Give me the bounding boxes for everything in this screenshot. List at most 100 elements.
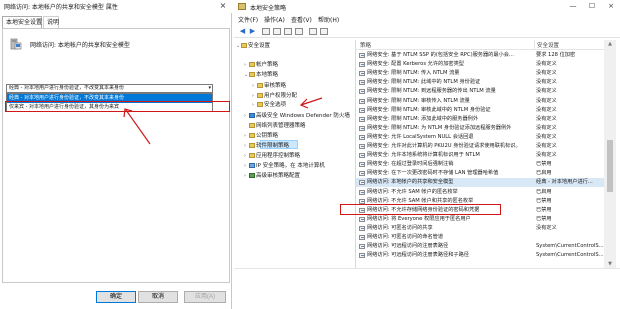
policy-list: 策略 安全设置 网络安全: 基于 NTLM SSP 的(包括安全 RPC)服务器… — [356, 40, 612, 268]
status-bar — [234, 268, 620, 309]
security-setting-cell: 没有定义 — [536, 133, 557, 140]
show-hide-tree-icon[interactable] — [273, 28, 281, 35]
tree-item-defender-firewall[interactable]: › 高级安全 Windows Defender 防火墙 — [244, 112, 350, 120]
folder-icon — [257, 93, 263, 98]
tree-item-software-restriction[interactable]: › 软件限制策略 — [244, 142, 289, 150]
properties-icon[interactable] — [320, 28, 328, 35]
security-setting-cell: 没有定义 — [536, 106, 557, 113]
close-icon[interactable]: × — [602, 0, 620, 13]
table-row[interactable]: 网络访问: 可匿名访问的命名管道 — [356, 233, 612, 242]
policy-name-cell: 网络安全: 限制 NTLM: 到远程服务器的传出 NTLM 流量 — [367, 88, 496, 95]
help-icon[interactable] — [309, 28, 317, 35]
menu-action[interactable]: 操作(A) — [264, 15, 285, 24]
annotation-arrow-icon — [123, 108, 151, 145]
back-icon[interactable]: ◀ — [238, 27, 247, 36]
scroll-up-icon[interactable]: ▲ — [606, 41, 614, 47]
minimize-icon[interactable]: — — [564, 0, 582, 13]
policy-name-cell: 网络安全: 允许 LocalSystem NULL 会话回退 — [367, 133, 474, 140]
tree-item-public-key[interactable]: › 公钥策略 — [244, 132, 278, 140]
policy-name-cell: 网络安全: 限制 NTLM: 此域中的 NTLM 身份验证 — [367, 79, 481, 86]
table-row[interactable]: 网络安全: 限制 NTLM: 此域中的 NTLM 身份验证 没有定义 — [356, 78, 612, 87]
forward-icon[interactable]: ▶ — [248, 27, 257, 36]
table-row[interactable]: 网络访问: 本地帐户的共享和安全模型 经典 - 对本地用户进行... — [356, 178, 612, 188]
tab-local-security-setting[interactable]: 本地安全设置 — [2, 16, 42, 28]
table-row[interactable]: 网络访问: 将 Everyone 权限应用于匿名用户 已禁用 — [356, 215, 612, 224]
tree-item-audit-policy[interactable]: › 审核策略 — [252, 82, 286, 90]
policy-name-cell: 网络安全: 配置 Kerberos 允许的加密类型 — [367, 61, 464, 68]
table-row[interactable]: 网络安全: 限制 NTLM: 添加此域中的服务器例外 没有定义 — [356, 115, 612, 124]
policy-computer-icon — [10, 38, 22, 50]
close-icon[interactable]: × — [216, 0, 230, 12]
folder-icon — [249, 123, 255, 128]
tree-item-advanced-audit[interactable]: › 高级审核策略配置 — [244, 172, 300, 180]
dialog-title-bar: 网络访问: 本地帐户的共享和安全模型 属性 × — [0, 0, 232, 13]
security-setting-cell: 没有定义 — [536, 224, 557, 231]
table-row[interactable]: 网络安全: 限制 NTLM: 审核此域中的 NTLM 身份验证 没有定义 — [356, 106, 612, 115]
ok-button[interactable]: 确定 — [96, 291, 136, 303]
policy-name-cell: 网络访问: 可远程访问的注册表路径 — [367, 243, 449, 250]
tree-item-network-list-manager[interactable]: 网络列表管理器策略 — [244, 122, 306, 130]
refresh-icon[interactable] — [284, 28, 292, 35]
table-row[interactable]: 网络安全: 在超过登录时间后强制注销 已禁用 — [356, 160, 612, 169]
tree-item-security-options[interactable]: › 安全选项 — [252, 101, 286, 109]
table-row[interactable]: 网络安全: 在下一次更改密码时不存储 LAN 管理器哈希值 已启用 — [356, 169, 612, 178]
policy-item-icon — [359, 244, 365, 250]
table-row[interactable]: 网络安全: 限制 NTLM: 到远程服务器的传出 NTLM 流量 没有定义 — [356, 87, 612, 96]
table-row[interactable]: 网络安全: 限制 NTLM: 传入 NTLM 流量 没有定义 — [356, 69, 612, 78]
table-row[interactable]: 网络安全: 配置 Kerberos 允许的加密类型 没有定义 — [356, 60, 612, 69]
tree-item-account-policies[interactable]: › 帐户策略 — [244, 61, 278, 69]
menu-file[interactable]: 文件(F) — [238, 15, 258, 24]
security-setting-cell: System\CurrentControlS... — [536, 243, 604, 250]
maximize-icon[interactable]: ☐ — [583, 0, 601, 13]
tab-explain[interactable]: 说明 — [43, 16, 59, 28]
table-row[interactable]: 网络安全: 允许本地系统将计算机标识用于 NTLM 没有定义 — [356, 151, 612, 160]
table-row[interactable]: 网络安全: 限制 NTLM: 为 NTLM 身份验证添加远程服务器例外 没有定义 — [356, 124, 612, 133]
up-folder-icon[interactable] — [262, 28, 270, 35]
security-setting-cell: 已启用 — [536, 188, 552, 195]
export-list-icon[interactable] — [295, 28, 303, 35]
tree-item-user-rights[interactable]: › 用户权限分配 — [252, 92, 297, 100]
policy-item-icon — [359, 180, 365, 186]
security-setting-cell: 已禁用 — [536, 215, 552, 222]
cancel-button[interactable]: 取消 — [138, 291, 178, 303]
policy-name-cell: 网络安全: 在下一次更改密码时不存储 LAN 管理器哈希值 — [367, 170, 499, 177]
tree-item-security-settings[interactable]: ⌄ 安全设置 — [236, 42, 270, 50]
annotation-arrow-icon — [299, 97, 323, 109]
security-setting-cell: 已禁用 — [536, 197, 552, 204]
tree-item-local-policies[interactable]: ⌄ 本地策略 — [244, 71, 278, 79]
chevron-down-icon[interactable]: ▾ — [208, 85, 211, 92]
table-row[interactable]: 网络访问: 可远程访问的注册表路径 System\CurrentControlS.… — [356, 242, 612, 251]
table-row[interactable]: 网络安全: 允许对此计算机的 PKU2U 身份验证请求使用联机标识。 没有定义 — [356, 142, 612, 151]
policy-name-label: 网络访问: 本地帐户的共享和安全模型 — [30, 42, 130, 49]
policy-item-icon — [359, 253, 365, 259]
tree-item-app-control[interactable]: › 应用程序控制策略 — [244, 152, 300, 160]
column-header-setting[interactable]: 安全设置 — [537, 41, 559, 49]
table-row[interactable]: 网络安全: 限制 NTLM: 审核传入 NTLM 流量 没有定义 — [356, 97, 612, 106]
scroll-down-icon[interactable]: ▼ — [606, 261, 614, 267]
tree-item-ip-security[interactable]: › IP 安全策略，在 本地计算机 — [244, 162, 325, 170]
security-setting-cell: 已禁用 — [536, 161, 552, 168]
menu-view[interactable]: 查看(V) — [291, 15, 312, 24]
shield-icon — [249, 113, 255, 118]
table-row[interactable]: 网络访问: 可远程访问的注册表路径和子路径 System\CurrentContr… — [356, 251, 612, 260]
menu-help[interactable]: 帮助(H) — [318, 15, 339, 24]
table-row[interactable]: 网络安全: 基于 NTLM SSP 的(包括安全 RPC)服务器的最小会... 要… — [356, 51, 612, 60]
policy-item-icon — [359, 216, 365, 222]
navigation-tree: ⌄ 安全设置 › 帐户策略 ⌄ 本地策略 › 审核策略 › 用户权限分配 › 安全选项 › 高… — [234, 40, 356, 268]
sharing-model-dropdown[interactable]: 经典 - 对本地用户进行身份验证，不改变其本来身份 ▾ — [6, 84, 213, 93]
table-row[interactable]: 网络安全: 允许 LocalSystem NULL 会话回退 没有定义 — [356, 133, 612, 142]
table-row[interactable]: 网络访问: 可匿名访问的共享 没有定义 — [356, 224, 612, 233]
security-setting-cell: 没有定义 — [536, 115, 557, 122]
table-row[interactable]: 网络访问: 不允许 SAM 帐户的匿名枚举 已启用 — [356, 188, 612, 197]
column-header-policy[interactable]: 策略 — [360, 41, 371, 49]
policy-item-icon — [359, 53, 365, 58]
policy-name-cell: 网络访问: 可匿名访问的命名管道 — [367, 234, 444, 240]
folder-icon — [249, 153, 255, 158]
policy-item-icon — [359, 125, 365, 131]
scrollbar-thumb[interactable] — [607, 140, 613, 192]
annotation-highlight-box — [5, 101, 230, 112]
apply-button[interactable]: 应用(A) — [184, 291, 226, 303]
folder-icon — [249, 143, 255, 148]
menu-bar: 文件(F) 操作(A) 查看(V) 帮助(H) — [234, 14, 620, 24]
toolbar: ◀ ▶ — [234, 25, 620, 38]
